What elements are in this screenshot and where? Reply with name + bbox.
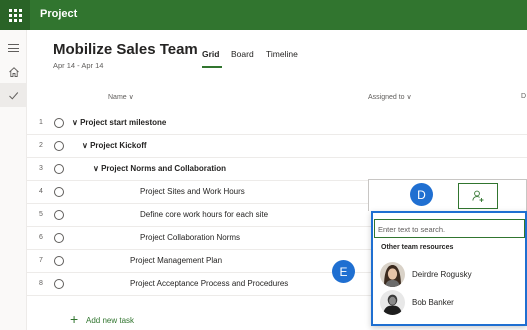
task-name[interactable]: Project Acceptance Process and Procedure… xyxy=(130,279,288,288)
app-title: Project xyxy=(40,8,78,20)
task-name[interactable]: ∨ Project Kickoff xyxy=(82,141,147,150)
tab-timeline[interactable]: Timeline xyxy=(266,49,298,59)
my-tasks-button[interactable] xyxy=(0,83,27,107)
people-section-label: Other team resources xyxy=(381,244,454,251)
tab-grid[interactable]: Grid xyxy=(202,49,219,59)
row-number: 7 xyxy=(39,257,43,264)
home-button[interactable] xyxy=(0,60,27,84)
callout-badge-d: D xyxy=(410,183,433,206)
callout-badge-e: E xyxy=(332,260,355,283)
person-name: Bob Banker xyxy=(412,298,454,307)
left-rail xyxy=(0,30,27,330)
person-name: Deirdre Rogusky xyxy=(412,270,472,279)
column-header-assigned-to[interactable]: Assigned to ∨ xyxy=(368,93,412,101)
app-header: Project xyxy=(0,0,527,30)
row-number: 5 xyxy=(39,211,43,218)
task-name[interactable]: Define core work hours for each site xyxy=(140,210,268,219)
assign-person-button[interactable] xyxy=(458,183,498,209)
plan-dates: Apr 14 - Apr 14 xyxy=(53,61,104,70)
task-name[interactable]: ∨ Project start milestone xyxy=(72,118,166,127)
row-number: 1 xyxy=(39,119,43,126)
complete-task-checkbox[interactable] xyxy=(54,279,64,289)
row-number: 2 xyxy=(39,142,43,149)
task-name[interactable]: ∨ Project Norms and Collaboration xyxy=(93,164,226,173)
complete-task-checkbox[interactable] xyxy=(54,141,64,151)
add-new-task-link[interactable]: Add new task xyxy=(86,316,134,325)
row-number: 4 xyxy=(39,188,43,195)
column-header-cutoff[interactable]: D xyxy=(521,93,526,100)
complete-task-checkbox[interactable] xyxy=(54,233,64,243)
row-number: 3 xyxy=(39,165,43,172)
add-person-icon xyxy=(472,190,484,202)
column-header-name[interactable]: Name ∨ xyxy=(108,93,134,101)
plan-title: Mobilize Sales Team xyxy=(53,41,198,58)
complete-task-checkbox[interactable] xyxy=(54,210,64,220)
active-tab-indicator xyxy=(202,66,222,68)
waffle-icon xyxy=(8,8,22,22)
menu-button[interactable] xyxy=(0,36,27,60)
complete-task-checkbox[interactable] xyxy=(54,164,64,174)
home-icon xyxy=(8,67,19,77)
app-launcher-button[interactable] xyxy=(0,0,30,30)
complete-task-checkbox[interactable] xyxy=(54,118,64,128)
complete-task-checkbox[interactable] xyxy=(54,187,64,197)
task-name[interactable]: Project Management Plan xyxy=(130,256,222,265)
people-search-input[interactable]: Enter text to search. xyxy=(374,219,525,238)
row-number: 6 xyxy=(39,234,43,241)
assigned-to-cell[interactable] xyxy=(368,179,527,211)
add-icon: + xyxy=(70,311,79,327)
row-number: 8 xyxy=(39,280,43,287)
task-name[interactable]: Project Collaboration Norms xyxy=(140,233,240,242)
tab-board[interactable]: Board xyxy=(231,49,254,59)
task-name[interactable]: Project Sites and Work Hours xyxy=(140,187,245,196)
avatar xyxy=(380,262,405,287)
hamburger-icon xyxy=(8,44,19,52)
avatar xyxy=(380,290,405,315)
checkmark-icon xyxy=(9,91,19,100)
complete-task-checkbox[interactable] xyxy=(54,256,64,266)
